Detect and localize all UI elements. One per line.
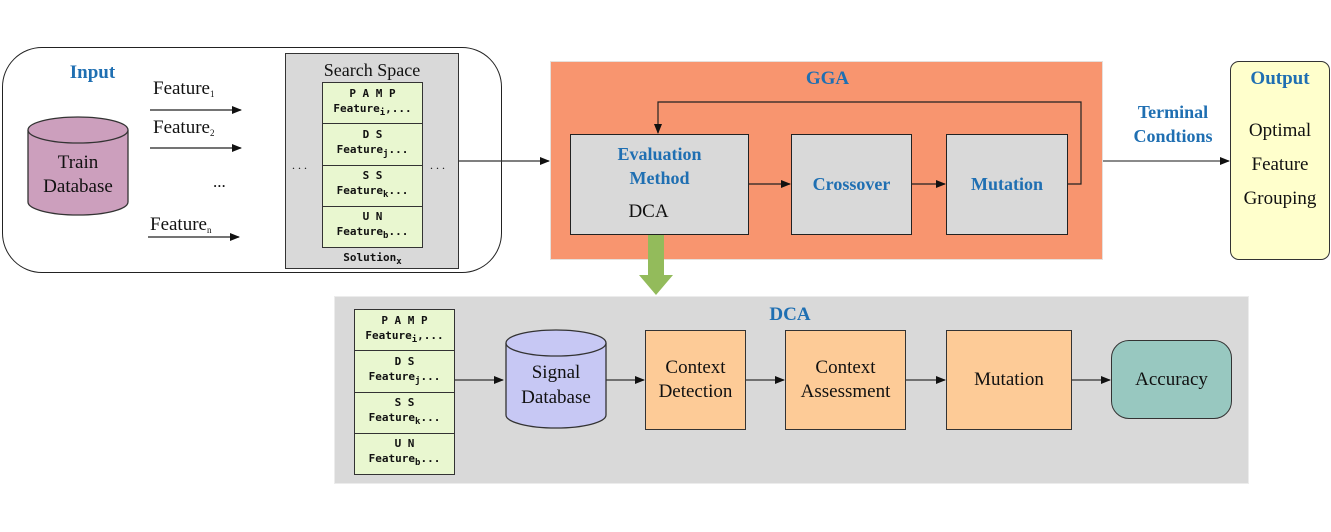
search-space-right-dots: . . . <box>430 158 445 172</box>
context-detection-box: Context Detection <box>645 330 746 430</box>
context-assessment-box: Context Assessment <box>785 330 906 430</box>
output-description: Optimal Feature Grouping <box>1243 120 1317 209</box>
feature-ellipsis: ... <box>213 172 226 191</box>
dca-solution-column: P A M P Featurei,... D S Featurej... S S… <box>354 309 455 475</box>
gga-title: GGA <box>805 68 850 89</box>
evaluation-method-dca: DCA <box>628 201 669 222</box>
train-database-label: Train Database <box>43 152 113 197</box>
dca-cell-pamp: P A M P Featurei,... <box>355 310 454 352</box>
feature-label-n: Featuren <box>150 214 212 235</box>
search-space-left-dots: . . . <box>292 158 307 172</box>
mutation-box: Mutation <box>946 134 1068 235</box>
terminal-conditions-label: Terminal Condtions <box>1133 102 1213 146</box>
crossover-box: Crossover <box>791 134 912 235</box>
signal-database-label: Signal Database <box>521 362 591 408</box>
search-space-title: Search Space <box>323 60 421 80</box>
solution-column: P A M P Featurei,... D S Featurej... S S… <box>322 82 423 248</box>
dca-mutation-box: Mutation <box>946 330 1072 430</box>
solution-cell-un: U N Featureb... <box>336 210 409 242</box>
solution-cell-pamp: P A M P Featurei,... <box>323 83 422 125</box>
accuracy-box: Accuracy <box>1111 340 1232 419</box>
input-title: Input <box>69 62 116 83</box>
solution-label: Solutionx <box>343 251 402 267</box>
feature-label-1: Feature1 <box>153 78 215 99</box>
feature-label-2: Feature2 <box>153 117 215 138</box>
dca-cell-un: U N Featureb... <box>368 437 441 469</box>
output-title: Output <box>1250 68 1310 89</box>
solution-cell-ss: S S Featurek... <box>323 166 422 207</box>
solution-cell-ds: D S Featurej... <box>323 124 422 166</box>
dca-cell-ss: S S Featurek... <box>355 393 454 434</box>
evaluation-method-label: Evaluation Method <box>617 144 702 188</box>
dca-title: DCA <box>769 304 811 325</box>
dca-cell-ds: D S Featurej... <box>355 351 454 393</box>
